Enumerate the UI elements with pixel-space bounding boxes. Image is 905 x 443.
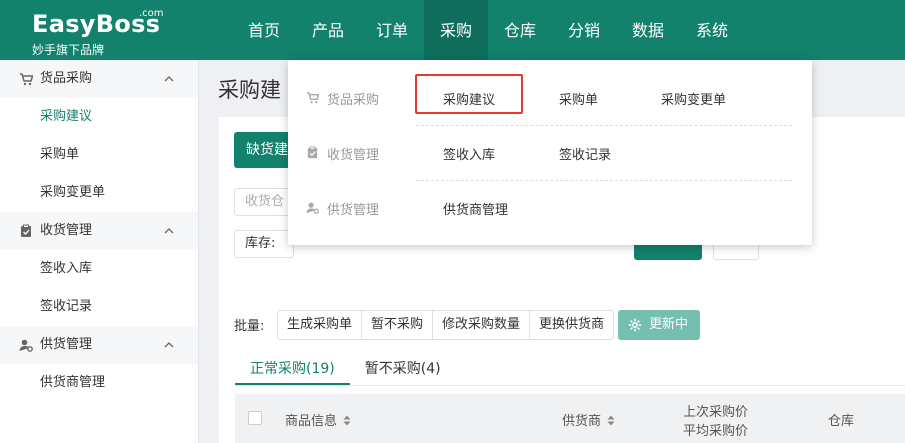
stock-label: 库存: xyxy=(245,236,276,251)
page-title: 采购建 xyxy=(218,78,281,102)
sidebar-item-purchase-change[interactable]: 采购变更单 xyxy=(0,174,198,212)
logo-tagline: 妙手旗下品牌 xyxy=(32,43,105,57)
modify-quantity-button[interactable]: 修改采购数量 xyxy=(433,311,531,339)
sidebar-item-supplier-management[interactable]: 供货商管理 xyxy=(0,364,198,402)
dropdown-link-supplier-management[interactable]: 供货商管理 xyxy=(443,199,508,218)
dropdown-divider xyxy=(416,180,792,181)
dropdown-link-purchase-order[interactable]: 采购单 xyxy=(559,89,598,108)
sort-icon xyxy=(607,415,615,426)
dropdown-link-receive-records[interactable]: 签收记录 xyxy=(559,144,611,163)
nav-home[interactable]: 首页 xyxy=(232,0,296,60)
purchase-dropdown-menu: 货品采购 采购建议 采购单 采购变更单 收货管理 签收入库 签收记录 供货管理 … xyxy=(288,60,812,245)
nav-products[interactable]: 产品 xyxy=(296,0,360,60)
nav-orders[interactable]: 订单 xyxy=(360,0,424,60)
chevron-up-icon xyxy=(164,342,174,348)
sidebar-group-label: 货品采购 xyxy=(40,71,93,86)
generate-purchase-order-button[interactable]: 生成采购单 xyxy=(278,311,363,339)
nav-data[interactable]: 数据 xyxy=(616,0,680,60)
dropdown-link-purchase-change[interactable]: 采购变更单 xyxy=(661,89,726,108)
dropdown-category-label: 货品采购 xyxy=(327,93,380,108)
easyboss-logo[interactable]: EasyBoss .com 妙手旗下品牌 xyxy=(20,6,180,58)
tabs-divider xyxy=(235,385,905,386)
sidebar: 货品采购 采购建议 采购单 采购变更单 收货管理 签收入库 签收记录 供货管理 … xyxy=(0,60,199,443)
table-header: 商品信息 供货商 上次采购价 平均采购价 仓库 xyxy=(235,394,905,443)
sidebar-group-label: 收货管理 xyxy=(40,223,93,238)
tab-normal-purchase[interactable]: 正常采购(19) xyxy=(235,353,350,385)
nav-warehouse[interactable]: 仓库 xyxy=(488,0,552,60)
updating-label: 更新中 xyxy=(649,317,689,332)
column-product[interactable]: 商品信息 xyxy=(285,410,351,429)
dropdown-category-supply: 供货管理 xyxy=(306,199,379,218)
batch-actions: 生成采购单 暂不采购 修改采购数量 更换供货商 xyxy=(277,310,615,340)
column-product-label: 商品信息 xyxy=(285,414,338,429)
main-nav: 首页 产品 订单 采购 仓库 分销 数据 系统 xyxy=(232,0,744,60)
sidebar-item-receive-records[interactable]: 签收记录 xyxy=(0,288,198,326)
cart-icon xyxy=(306,92,319,104)
sidebar-item-purchase-suggestion[interactable]: 采购建议 xyxy=(0,98,198,136)
sidebar-group-receiving[interactable]: 收货管理 xyxy=(0,212,198,250)
sort-icon xyxy=(343,415,351,426)
dropdown-category-receiving: 收货管理 xyxy=(306,144,379,163)
stock-filter[interactable]: 库存: xyxy=(234,230,294,258)
sidebar-group-label: 供货管理 xyxy=(40,337,93,352)
updating-button[interactable]: 更新中 xyxy=(618,310,700,340)
change-supplier-button[interactable]: 更换供货商 xyxy=(530,311,613,339)
highlight-box xyxy=(415,74,523,114)
column-warehouse: 仓库 xyxy=(828,414,855,429)
receiving-warehouse-select[interactable]: 收货仓 xyxy=(234,188,294,216)
dropdown-category-label: 供货管理 xyxy=(327,203,380,218)
purchase-tabs: 正常采购(19) 暂不采购(4) xyxy=(235,353,456,385)
user-gear-icon xyxy=(306,202,319,214)
sidebar-item-purchase-order[interactable]: 采购单 xyxy=(0,136,198,174)
gear-icon xyxy=(628,318,642,332)
column-supplier-label: 供货商 xyxy=(562,414,602,429)
nav-system[interactable]: 系统 xyxy=(680,0,744,60)
clipboard-icon xyxy=(307,146,318,159)
cart-icon xyxy=(20,73,33,86)
column-avg-price: 平均采购价 xyxy=(683,424,749,439)
logo-domain: .com xyxy=(139,8,164,19)
sidebar-item-receive-stock[interactable]: 签收入库 xyxy=(0,250,198,288)
chevron-up-icon xyxy=(164,76,174,82)
user-gear-icon xyxy=(19,339,33,352)
top-navigation-bar: EasyBoss .com 妙手旗下品牌 首页 产品 订单 采购 仓库 分销 数… xyxy=(0,0,905,60)
dropdown-link-receive-stock[interactable]: 签收入库 xyxy=(443,144,495,163)
column-supplier[interactable]: 供货商 xyxy=(562,410,615,429)
nav-purchase[interactable]: 采购 xyxy=(424,0,488,60)
select-all-checkbox[interactable] xyxy=(248,411,262,425)
tab-skipped-purchase[interactable]: 暂不采购(4) xyxy=(350,353,456,385)
column-last-price: 上次采购价 xyxy=(683,405,749,420)
batch-label: 批量: xyxy=(234,319,265,334)
sidebar-group-supply[interactable]: 供货管理 xyxy=(0,326,198,364)
clipboard-icon xyxy=(21,224,31,237)
skip-purchase-button[interactable]: 暂不采购 xyxy=(362,311,434,339)
dropdown-category-purchase: 货品采购 xyxy=(306,89,379,108)
sidebar-group-purchase[interactable]: 货品采购 xyxy=(0,60,198,98)
chevron-up-icon xyxy=(164,228,174,234)
dropdown-category-label: 收货管理 xyxy=(327,148,380,163)
list-card: 批量: 生成采购单 暂不采购 修改采购数量 更换供货商 更新中 正常采购(19)… xyxy=(219,291,905,443)
nav-distribution[interactable]: 分销 xyxy=(552,0,616,60)
dropdown-divider xyxy=(416,125,792,126)
